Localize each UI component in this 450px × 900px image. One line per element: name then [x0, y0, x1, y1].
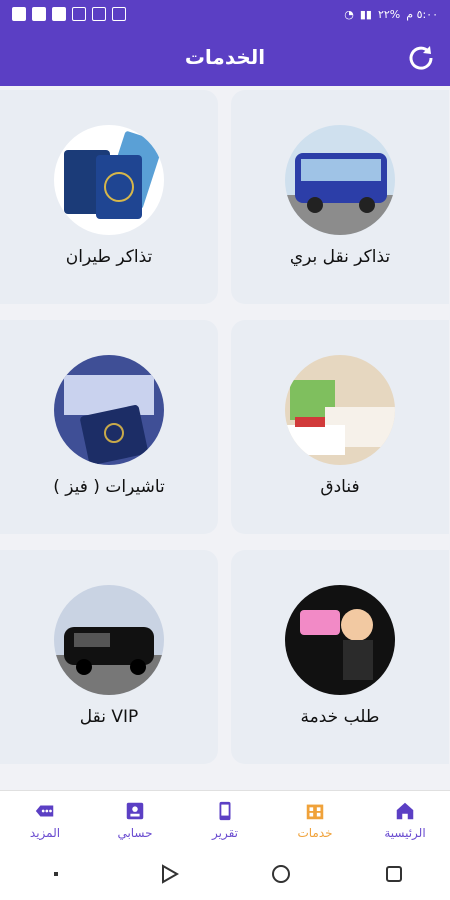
- nav-item-account[interactable]: حسابي: [90, 800, 180, 840]
- more-icon: [35, 805, 54, 816]
- hotel-room-image: [285, 355, 395, 465]
- recents-button[interactable]: [374, 854, 414, 894]
- app-icon: [52, 7, 66, 21]
- service-request-image: [285, 585, 395, 695]
- app-icon: [12, 7, 26, 21]
- nav-item-more[interactable]: المزيد: [0, 800, 90, 840]
- nav-label: المزيد: [29, 825, 61, 840]
- image-icon: [72, 7, 86, 21]
- nav-label: تقرير: [212, 825, 238, 840]
- nav-label: خدمات: [297, 825, 333, 840]
- circle-home-icon: [272, 865, 291, 883]
- service-label: تذاكر طيران: [65, 247, 153, 267]
- app-icon: [32, 7, 46, 21]
- screen-icon: [112, 7, 126, 21]
- status-right: ٥:٠٠ م %٢٢ ▮▮ ◔: [344, 8, 438, 21]
- nav-item-home[interactable]: الرئيسية: [360, 800, 450, 840]
- clock: ٥:٠٠ م: [406, 7, 438, 21]
- menu-dot-button[interactable]: [36, 854, 76, 894]
- service-card-hotels[interactable]: فنادق: [231, 320, 449, 534]
- home-icon: [396, 802, 414, 819]
- nav-item-report[interactable]: تقرير: [180, 800, 270, 840]
- play-button[interactable]: [149, 854, 189, 894]
- nav-label: الرئيسية: [384, 825, 426, 840]
- app-bar: الخدمات: [0, 28, 450, 86]
- services-icon: [306, 804, 324, 819]
- dot-icon: [54, 872, 59, 876]
- service-label: تذاكر نقل بري: [289, 247, 391, 267]
- passport-tickets-image: [54, 125, 164, 235]
- report-icon: [219, 801, 231, 820]
- account-icon: [126, 802, 144, 819]
- nav-label: حسابي: [117, 825, 153, 840]
- service-card-request-service[interactable]: طلب خدمة: [231, 550, 449, 764]
- battery-text: %٢٢: [377, 7, 401, 21]
- service-label: فنادق: [320, 477, 360, 497]
- service-label: VIP نقل: [79, 707, 139, 727]
- wifi-icon: ◔: [344, 7, 354, 21]
- nav-item-services[interactable]: خدمات: [270, 800, 360, 840]
- signal-icon: ▮▮: [359, 7, 372, 21]
- service-card-land-tickets[interactable]: تذاكر نقل بري: [231, 90, 449, 304]
- service-card-flight-tickets[interactable]: تذاكر طيران: [0, 90, 218, 304]
- refresh-icon[interactable]: [406, 42, 436, 72]
- bottom-nav: الرئيسية خدمات تقرير حسابي المزيد: [0, 790, 450, 848]
- visa-passport-image: [54, 355, 164, 465]
- system-nav: [0, 848, 450, 900]
- status-left: [12, 7, 126, 21]
- service-label: طلب خدمة: [300, 707, 380, 727]
- page-title: الخدمات: [184, 45, 266, 69]
- square-recents-icon: [385, 866, 402, 882]
- home-button[interactable]: [261, 854, 301, 894]
- service-card-visas[interactable]: تاشيرات ( فيز ): [0, 320, 218, 534]
- bus-image: [285, 125, 395, 235]
- status-bar: ٥:٠٠ م %٢٢ ▮▮ ◔: [0, 0, 450, 28]
- vip-car-image: [54, 585, 164, 695]
- services-grid: تذاكر نقل بري تذاكر طيران فنادق تاشيرات …: [0, 90, 450, 790]
- service-label: تاشيرات ( فيز ): [53, 477, 165, 497]
- service-card-vip-transport[interactable]: VIP نقل: [0, 550, 218, 764]
- mail-icon: [92, 7, 106, 21]
- play-icon: [161, 864, 179, 884]
